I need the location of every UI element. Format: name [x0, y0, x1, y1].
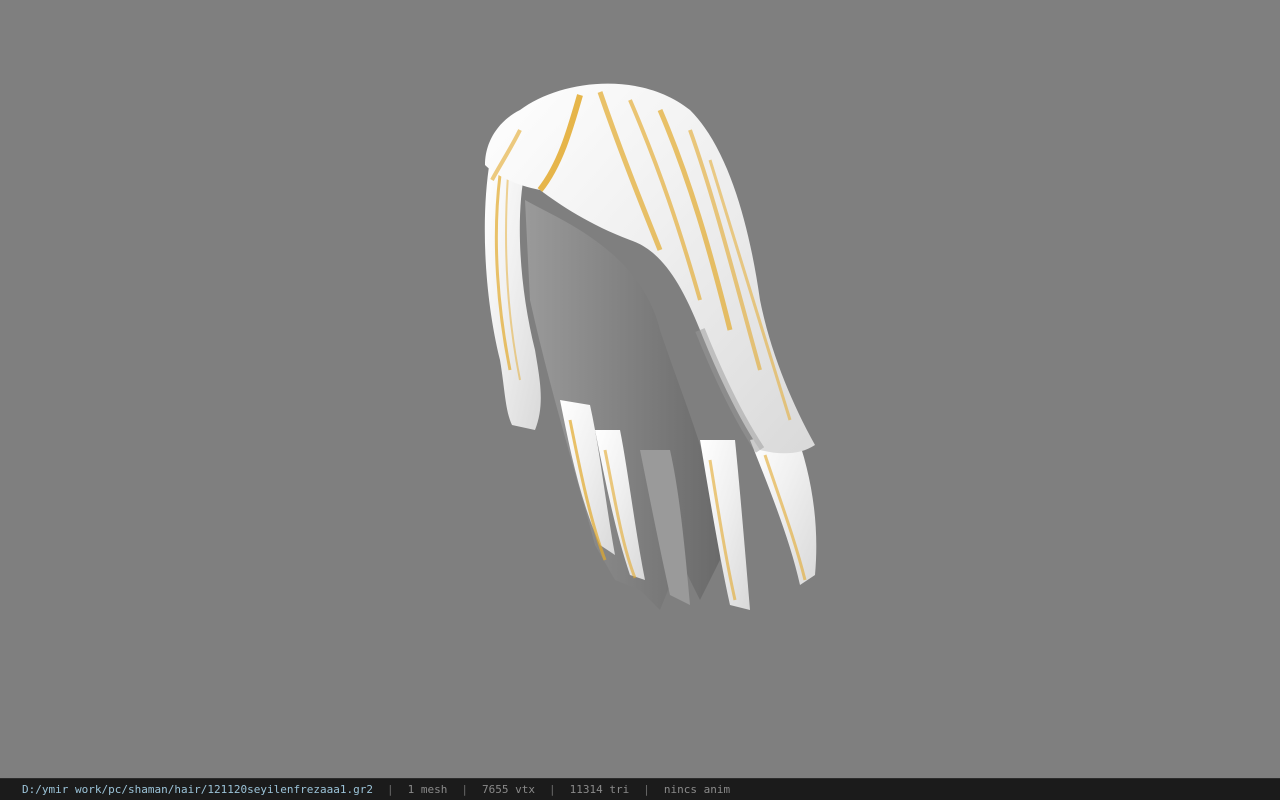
animation-status-text: nincs anim: [663, 783, 731, 796]
triangle-count-text: 11314 tri: [569, 783, 630, 796]
file-path-text: D:/ymir work/pc/shaman/hair/121120seyile…: [22, 783, 373, 796]
status-separator: |: [643, 783, 650, 796]
status-bar: D:/ymir work/pc/shaman/hair/121120seyile…: [0, 778, 1280, 800]
vertex-count-text: 7655 vtx: [482, 783, 535, 796]
mesh-count-text: 1 mesh: [407, 783, 448, 796]
3d-viewport[interactable]: [0, 0, 1280, 778]
status-separator: |: [548, 783, 556, 796]
status-separator: |: [461, 783, 468, 796]
status-separator: |: [387, 783, 394, 796]
hair-model-render[interactable]: [0, 0, 1280, 778]
